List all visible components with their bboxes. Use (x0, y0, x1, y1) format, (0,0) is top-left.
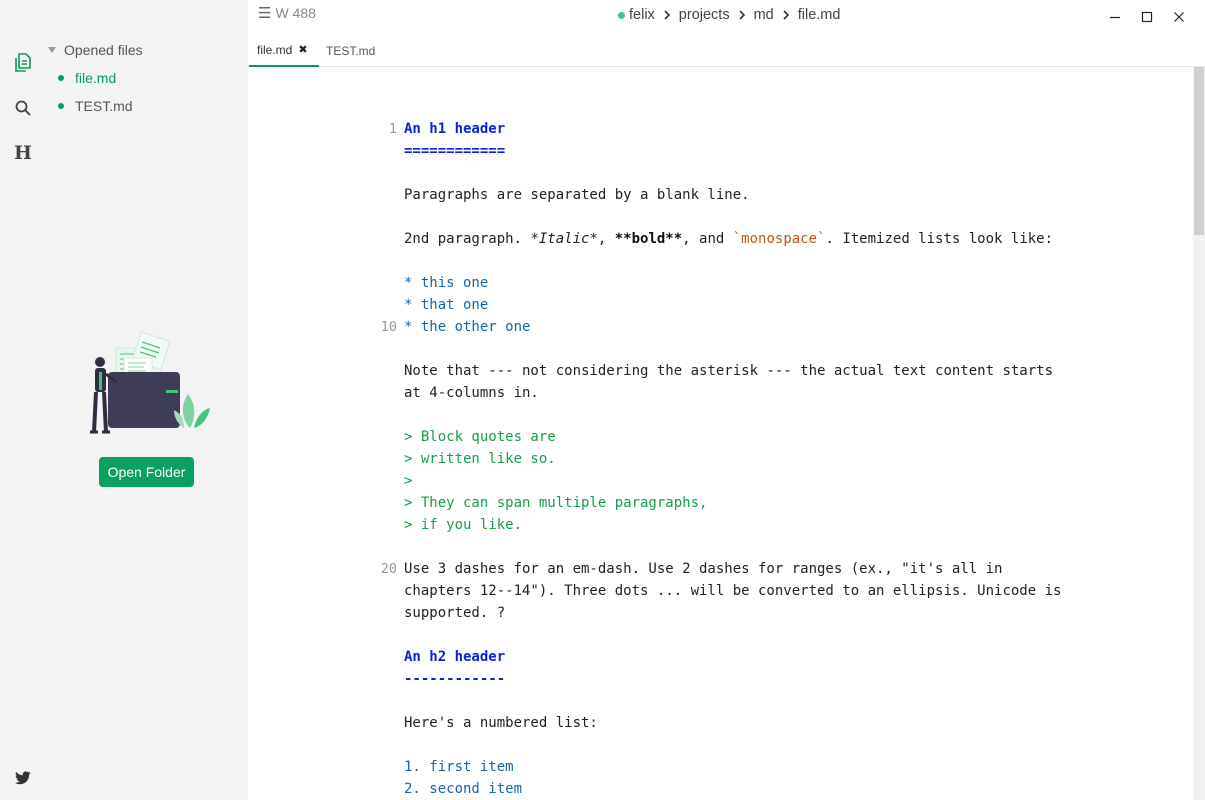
line-text: > Block quotes are (404, 429, 556, 445)
line-text: > They can span multiple paragraphs, (404, 495, 708, 511)
line-text: > (404, 473, 413, 489)
line-text: at 4-columns in. (404, 385, 539, 401)
saved-status-dot-icon (618, 11, 625, 19)
line-text: Paragraphs are separated by a blank line… (404, 187, 750, 203)
breadcrumb-item[interactable]: file.md (798, 7, 841, 23)
sidebar-file-name: file.md (75, 70, 117, 86)
tab-bar: file.md ✖ TEST.md (248, 34, 1205, 67)
maximize-icon[interactable] (1139, 9, 1155, 25)
open-folder-button[interactable]: Open Folder (99, 457, 194, 487)
title-bar: ☰ W 488 felix projects md file.md (248, 0, 1205, 34)
minimize-icon[interactable] (1107, 9, 1123, 25)
word-count-label: W 488 (275, 5, 316, 21)
opened-files-header[interactable]: Opened files (46, 40, 143, 60)
bold-run: **bold** (614, 231, 683, 247)
text-run: . Itemized lists look like: (825, 231, 1054, 247)
files-icon[interactable] (12, 52, 34, 74)
line-number: 1 (388, 121, 397, 137)
word-count[interactable]: ☰ W 488 (258, 4, 316, 22)
tab-file-md[interactable]: file.md ✖ (249, 34, 319, 67)
line-text: 2. second item (404, 781, 523, 797)
opened-files-label: Opened files (64, 42, 143, 58)
line-text: chapters 12--14"). Three dots ... will b… (404, 583, 1062, 599)
twitter-icon[interactable] (12, 767, 34, 789)
text-run: , (597, 231, 615, 247)
line-text: Here's a numbered list: (404, 715, 598, 731)
line-number: 20 (380, 561, 397, 577)
close-icon[interactable] (1171, 9, 1187, 25)
activity-bar: H (0, 0, 46, 800)
breadcrumb-item[interactable]: md (754, 7, 774, 23)
breadcrumb: felix projects md file.md (618, 7, 840, 23)
line-text: An h1 header (404, 121, 506, 137)
tab-test-md[interactable]: TEST.md (318, 34, 383, 67)
line-text: > if you like. (404, 517, 523, 533)
menu-icon[interactable]: ☰ (258, 4, 271, 22)
line-text: * this one (404, 275, 489, 291)
line-text: supported. ? (404, 605, 506, 621)
line-number: 10 (380, 319, 397, 335)
line-text: 2nd paragraph. *Italic*, **bold**, and `… (404, 228, 1053, 250)
sidebar-file-item[interactable]: file.md (58, 68, 116, 88)
line-text: ============ (404, 143, 506, 159)
search-icon[interactable] (12, 97, 34, 119)
empty-folder-illustration (86, 331, 210, 440)
line-text: ------------ (404, 671, 506, 687)
line-text: 1. first item (404, 759, 514, 775)
tab-close-icon[interactable]: ✖ (298, 43, 307, 56)
tab-label: file.md (257, 42, 293, 57)
chevron-right-icon (782, 9, 790, 21)
text-run: , and (682, 231, 733, 247)
line-text: Use 3 dashes for an em-dash. Use 2 dashe… (404, 561, 1003, 577)
line-text: > written like so. (404, 451, 556, 467)
caret-down-icon (48, 47, 56, 53)
editor-scrollbar[interactable] (1193, 67, 1205, 800)
left-pane: H Opened files file.md TEST.md Open Fold… (0, 0, 248, 800)
file-status-dot-icon (58, 103, 64, 109)
sidebar-file-name: TEST.md (75, 98, 133, 114)
line-text: Note that --- not considering the asteri… (404, 363, 1054, 379)
editor[interactable]: 1 An h1 header ============ Paragraphs ar… (248, 67, 1205, 800)
text-run: 2nd paragraph. (404, 231, 531, 247)
code-run: `monospace` (732, 231, 826, 247)
scrollbar-thumb[interactable] (1194, 67, 1204, 235)
tab-label: TEST.md (326, 43, 376, 58)
breadcrumb-item[interactable]: felix (629, 7, 655, 23)
line-text: * that one (404, 297, 489, 313)
heading-icon[interactable]: H (12, 142, 34, 164)
breadcrumb-item[interactable]: projects (679, 7, 730, 23)
chevron-right-icon (663, 9, 671, 21)
line-text: * the other one (404, 319, 531, 335)
italic-run: *Italic* (530, 231, 598, 247)
line-text: An h2 header (404, 649, 506, 665)
sidebar-file-item[interactable]: TEST.md (58, 96, 133, 116)
file-status-dot-icon (58, 75, 64, 81)
chevron-right-icon (738, 9, 746, 21)
